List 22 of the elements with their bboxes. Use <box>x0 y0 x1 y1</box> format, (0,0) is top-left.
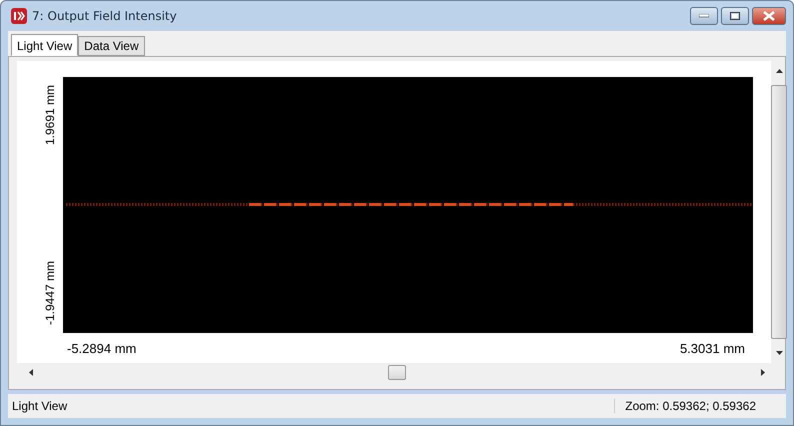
maximize-icon <box>730 12 740 20</box>
view-tab[interactable]: Light View <box>11 34 78 56</box>
view-tab[interactable]: Data View <box>78 36 145 56</box>
status-text: Light View <box>11 399 68 413</box>
scroll-right-icon[interactable] <box>761 368 765 376</box>
window-title: 7: Output Field Intensity <box>32 9 177 23</box>
scroll-thumb[interactable] <box>771 85 787 339</box>
scroll-down-icon[interactable] <box>776 351 782 355</box>
close-icon <box>763 11 775 21</box>
axis-label: -5.2894 mm <box>67 341 136 356</box>
axis-label: -1.9447 mm <box>43 260 57 327</box>
maximize-button[interactable] <box>721 7 749 25</box>
close-button[interactable] <box>752 7 786 25</box>
axis-label: 5.3031 mm <box>680 341 745 356</box>
minimize-button[interactable] <box>690 7 718 25</box>
zoom-status: Zoom: 0.59362; 0.59362 <box>614 399 786 413</box>
axis-label: 1.9691 mm <box>43 84 57 148</box>
minimize-icon <box>699 14 709 18</box>
app-icon <box>11 8 27 24</box>
scroll-thumb[interactable] <box>388 364 406 380</box>
scroll-up-icon[interactable] <box>776 69 782 73</box>
scroll-left-icon[interactable] <box>29 368 33 376</box>
